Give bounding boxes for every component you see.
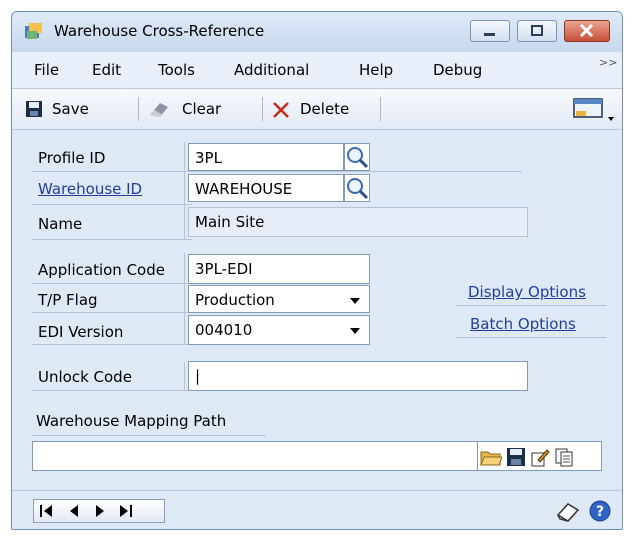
chevron-down-icon [350,298,360,304]
mapping-path-buttons [478,441,602,471]
link-divider [456,305,606,306]
edi-version-label: EDI Version [38,323,124,341]
row-divider [32,283,192,284]
delete-button[interactable]: Delete [268,89,380,129]
name-label: Name [38,215,83,233]
unlock-code-field[interactable]: | [188,361,528,391]
overflow-chevron-icon[interactable]: >> [599,56,617,69]
open-folder-icon[interactable] [480,447,502,467]
menu-debug[interactable]: Debug [433,61,482,79]
window-note-icon [573,98,614,121]
previous-record-icon[interactable] [70,505,78,517]
row-divider [32,344,192,345]
unlock-code-label: Unlock Code [38,368,132,386]
window-title: Warehouse Cross-Reference [54,22,265,40]
profile-lookup-button[interactable] [344,143,370,171]
batch-options-link[interactable]: Batch Options [470,315,576,333]
edi-version-value: 004010 [195,321,253,339]
maximize-icon [531,25,543,36]
profile-id-field[interactable]: 3PL [188,143,344,171]
title-bar: Warehouse Cross-Reference [12,12,622,52]
app-icon [25,23,42,39]
eraser-icon [150,103,168,117]
next-record-icon[interactable] [96,505,104,517]
svg-text:?: ? [596,504,604,520]
row-divider [32,239,192,240]
mapping-path-field[interactable] [32,441,478,471]
row-divider [32,390,192,391]
mapping-path-label: Warehouse Mapping Path [36,412,227,430]
warehouse-lookup-button[interactable] [344,174,370,202]
note-icon[interactable] [554,501,582,523]
minimize-button[interactable] [470,20,510,42]
link-divider [456,337,606,338]
first-record-icon[interactable] [40,505,52,517]
name-field: Main Site [188,207,528,237]
column-divider [184,253,185,344]
close-button[interactable] [564,20,610,42]
tp-flag-value: Production [195,291,275,309]
row-divider [32,435,266,436]
edit-icon[interactable] [530,447,550,467]
row-divider [32,204,192,205]
menu-tools[interactable]: Tools [158,61,195,79]
note-options-button[interactable] [570,97,618,123]
record-navigator [33,499,165,523]
maximize-button[interactable] [517,20,557,42]
delete-x-icon [273,102,289,118]
row-divider [32,171,522,172]
toolbar-separator [380,97,381,121]
copy-icon[interactable] [554,447,574,467]
toolbar-separator [262,97,263,121]
clear-label: Clear [182,100,222,118]
profile-id-label: Profile ID [38,149,106,167]
toolbar-separator [138,97,139,121]
save-label: Save [52,100,89,118]
clear-button[interactable]: Clear [146,89,258,129]
last-record-icon[interactable] [120,505,132,517]
toolbar: Save Clear Delete [12,89,622,130]
magnifier-icon [347,178,369,200]
navigation-buttons [40,505,132,517]
status-bar: ? [12,490,622,529]
menu-help[interactable]: Help [359,61,393,79]
save-icon [26,101,42,117]
edi-version-dropdown[interactable]: 004010 [188,315,370,345]
menu-bar: File Edit Tools Additional Help Debug >> [12,52,622,89]
floppy-icon[interactable] [506,447,526,467]
tp-flag-label: T/P Flag [38,291,98,309]
help-icon[interactable]: ? [588,499,612,523]
close-icon [579,23,594,38]
application-code-label: Application Code [38,261,165,279]
tp-flag-dropdown[interactable]: Production [188,285,370,313]
delete-label: Delete [300,100,350,118]
application-code-field[interactable]: 3PL-EDI [188,254,370,284]
menu-edit[interactable]: Edit [92,61,121,79]
magnifier-icon [347,147,369,169]
column-divider [184,142,185,239]
display-options-link[interactable]: Display Options [468,283,586,301]
column-divider [184,362,185,390]
minimize-icon [484,33,495,36]
row-divider [32,312,192,313]
menu-additional[interactable]: Additional [234,61,309,79]
warehouse-id-field[interactable]: WAREHOUSE [188,174,344,202]
chevron-down-icon [350,328,360,334]
warehouse-id-link[interactable]: Warehouse ID [38,180,142,198]
menu-file[interactable]: File [34,61,59,79]
save-button[interactable]: Save [22,89,134,129]
warehouse-cross-reference-window: Warehouse Cross-Reference File Edit Tool… [11,11,623,530]
